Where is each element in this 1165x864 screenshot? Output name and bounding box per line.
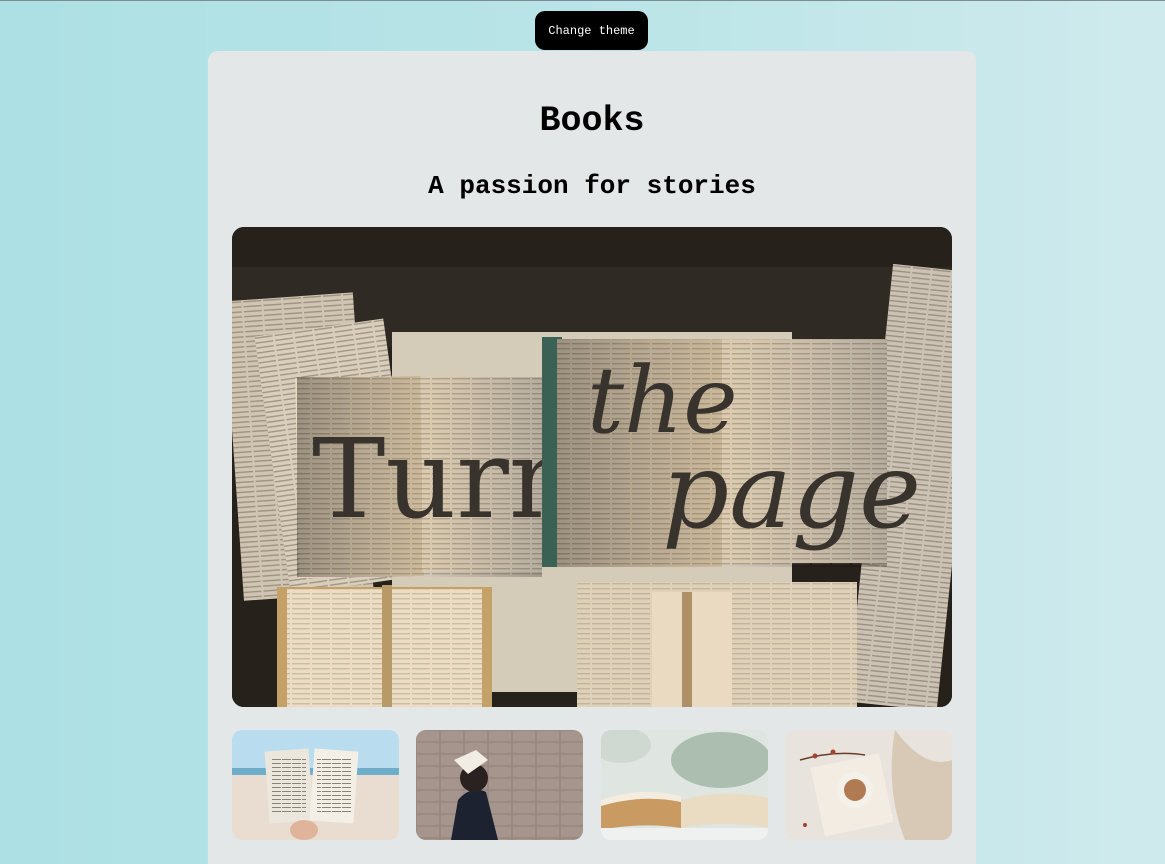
book-with-coffee-cup-image	[785, 730, 952, 840]
book-on-beach-image	[232, 730, 399, 840]
page-subtitle: A passion for stories	[428, 171, 756, 201]
page-title: Books	[539, 101, 645, 141]
window-top-border	[0, 0, 1165, 1]
open-book-closeup-image	[601, 730, 768, 840]
hero-image: Turn the page	[232, 227, 952, 707]
woman-reading-by-brick-wall-image	[416, 730, 583, 840]
content-card: Books A passion for stories Turn the pag…	[208, 51, 976, 864]
change-theme-button[interactable]: Change theme	[535, 11, 648, 50]
